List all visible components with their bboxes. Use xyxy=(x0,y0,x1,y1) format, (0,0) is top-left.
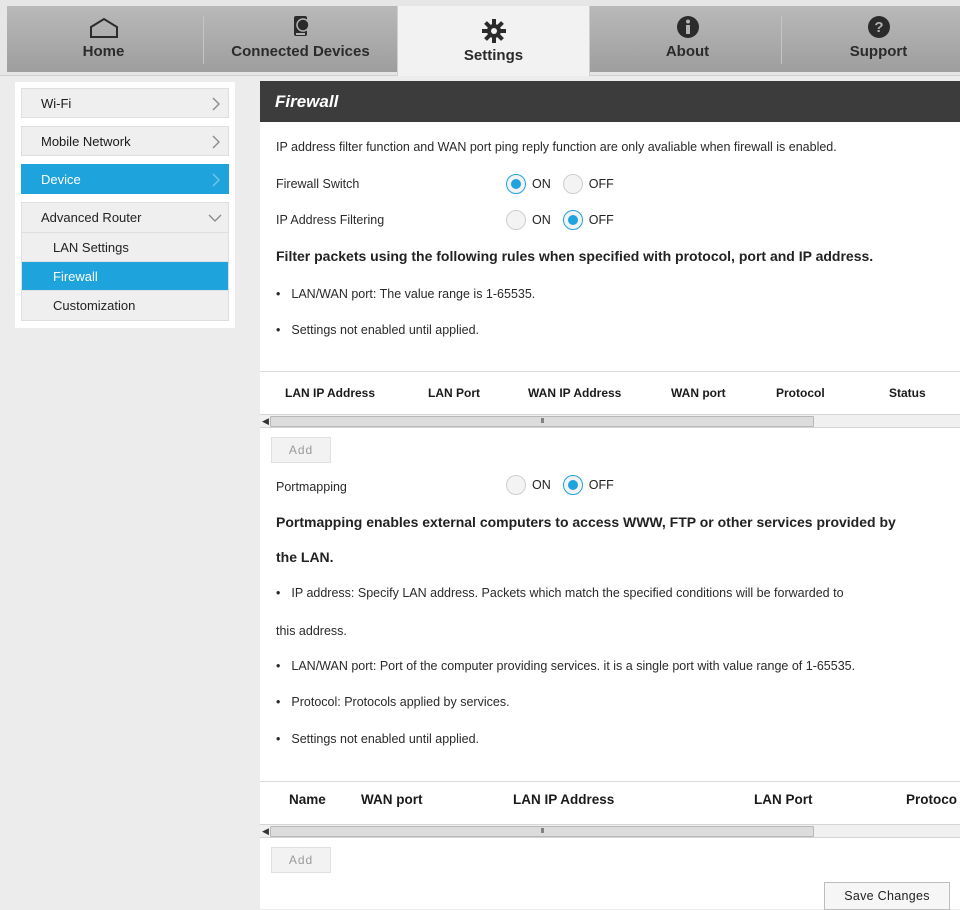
column-header: Status xyxy=(889,386,926,400)
portmapping-label: Portmapping xyxy=(276,480,347,494)
tab-home-label: Home xyxy=(82,43,125,60)
device-icon xyxy=(291,13,311,39)
firewall-switch-label: Firewall Switch xyxy=(276,177,360,191)
column-header: LAN Port xyxy=(754,792,813,807)
column-header: WAN IP Address xyxy=(528,386,622,400)
scroll-left-icon[interactable]: ◀ xyxy=(262,416,269,427)
help-icon: ? xyxy=(867,13,891,39)
tab-support-label: Support xyxy=(849,43,908,60)
column-header: LAN IP Address xyxy=(285,386,376,400)
sidebar-item-device[interactable]: Device xyxy=(21,164,229,194)
tab-support[interactable]: ? Support xyxy=(782,6,960,72)
portmapping-heading: Portmapping enables external computers t… xyxy=(276,514,896,530)
sidebar-item-advanced-router[interactable]: Advanced Router xyxy=(22,203,228,233)
add-filter-button[interactable]: Add xyxy=(271,437,331,463)
portmapping-note-cont: this address. xyxy=(276,624,347,638)
sidebar-item-wifi[interactable]: Wi-Fi xyxy=(21,88,229,118)
main-panel: Firewall IP address filter function and … xyxy=(260,81,960,910)
ip-filtering-off-radio[interactable] xyxy=(562,210,583,230)
ip-filtering-label: IP Address Filtering xyxy=(276,213,385,227)
home-icon xyxy=(89,13,119,39)
tab-about-label: About xyxy=(665,43,710,60)
column-header: Protocol xyxy=(776,386,825,400)
filter-table-scrollbar[interactable]: ◀ III xyxy=(260,414,960,428)
column-header: Protoco xyxy=(906,792,958,807)
ip-filtering-on-radio[interactable] xyxy=(506,210,526,230)
sidebar-item-label: Mobile Network xyxy=(41,134,131,149)
radio-off-label: OFF xyxy=(588,478,614,492)
ip-filtering-radio-group: ON OFF xyxy=(506,210,626,230)
sidebar-subitem-label: Customization xyxy=(53,298,136,313)
top-navigation: Home Connected Devices Settings About ? … xyxy=(0,0,960,76)
column-header: WAN port xyxy=(361,792,423,807)
sidebar: Wi-Fi Mobile Network Device Advanced Rou… xyxy=(15,82,235,328)
chevron-right-icon xyxy=(212,173,220,187)
portmapping-off-radio[interactable] xyxy=(562,475,583,495)
portmapping-note: IP address: Specify LAN address. Packets… xyxy=(276,586,843,600)
sidebar-subitem-firewall[interactable]: Firewall xyxy=(22,262,228,291)
firewall-switch-off-radio[interactable] xyxy=(562,174,583,194)
info-icon xyxy=(676,13,700,39)
firewall-switch-radio-group: ON OFF xyxy=(506,174,626,194)
tab-settings[interactable]: Settings xyxy=(397,6,590,76)
portmapping-table-scrollbar[interactable]: ◀ III xyxy=(260,824,960,838)
sidebar-item-mobile-network[interactable]: Mobile Network xyxy=(21,126,229,156)
tab-connected-devices[interactable]: Connected Devices xyxy=(204,6,397,72)
radio-on-label: ON xyxy=(532,177,551,191)
scrollbar-thumb[interactable]: III xyxy=(270,416,814,427)
portmapping-radio-group: ON OFF xyxy=(506,475,626,495)
portmapping-heading-cont: the LAN. xyxy=(276,549,334,565)
radio-on-label: ON xyxy=(532,213,551,227)
sidebar-subitem-label: Firewall xyxy=(53,269,98,284)
sidebar-group-advanced-router: Advanced Router LAN Settings Firewall Cu… xyxy=(21,202,229,321)
column-header: WAN port xyxy=(671,386,726,400)
chevron-right-icon xyxy=(212,97,220,111)
save-changes-button[interactable]: Save Changes xyxy=(824,882,950,910)
column-header: LAN IP Address xyxy=(513,792,615,807)
portmapping-note: Settings not enabled until applied. xyxy=(276,732,479,746)
column-header: LAN Port xyxy=(428,386,480,400)
chevron-right-icon xyxy=(212,135,220,149)
tab-settings-label: Settings xyxy=(463,47,524,64)
radio-off-label: OFF xyxy=(588,177,614,191)
portmapping-note: LAN/WAN port: Port of the computer provi… xyxy=(276,659,855,673)
radio-on-label: ON xyxy=(532,478,551,492)
svg-text:?: ? xyxy=(874,19,883,36)
scroll-left-icon[interactable]: ◀ xyxy=(262,826,269,837)
filter-table-header: LAN IP Address LAN Port WAN IP Address W… xyxy=(260,371,960,416)
page-title: Firewall xyxy=(260,81,960,122)
filter-heading: Filter packets using the following rules… xyxy=(276,248,874,264)
sidebar-subitem-customization[interactable]: Customization xyxy=(22,291,228,320)
sidebar-item-label: Device xyxy=(41,172,81,187)
column-header: Name xyxy=(289,792,326,807)
portmapping-note: Protocol: Protocols applied by services. xyxy=(276,695,509,709)
scrollbar-thumb[interactable]: III xyxy=(270,826,814,837)
sidebar-item-label: Advanced Router xyxy=(41,210,142,225)
tab-connected-devices-label: Connected Devices xyxy=(231,43,370,60)
intro-text: IP address filter function and WAN port … xyxy=(276,140,837,154)
radio-off-label: OFF xyxy=(588,213,614,227)
filter-note: LAN/WAN port: The value range is 1-65535… xyxy=(276,287,535,301)
firewall-switch-on-radio[interactable] xyxy=(506,174,526,194)
chevron-down-icon xyxy=(208,214,222,222)
sidebar-item-label: Wi-Fi xyxy=(41,96,72,111)
sidebar-subitem-lan-settings[interactable]: LAN Settings xyxy=(22,233,228,262)
portmapping-table-header: Name WAN port LAN IP Address LAN Port Pr… xyxy=(260,781,960,823)
tab-home[interactable]: Home xyxy=(7,6,200,72)
filter-note: Settings not enabled until applied. xyxy=(276,323,479,337)
tab-about[interactable]: About xyxy=(591,6,784,72)
add-portmapping-button[interactable]: Add xyxy=(271,847,331,873)
sidebar-subitem-label: LAN Settings xyxy=(53,240,129,255)
gear-icon xyxy=(481,17,506,43)
portmapping-on-radio[interactable] xyxy=(506,475,526,495)
